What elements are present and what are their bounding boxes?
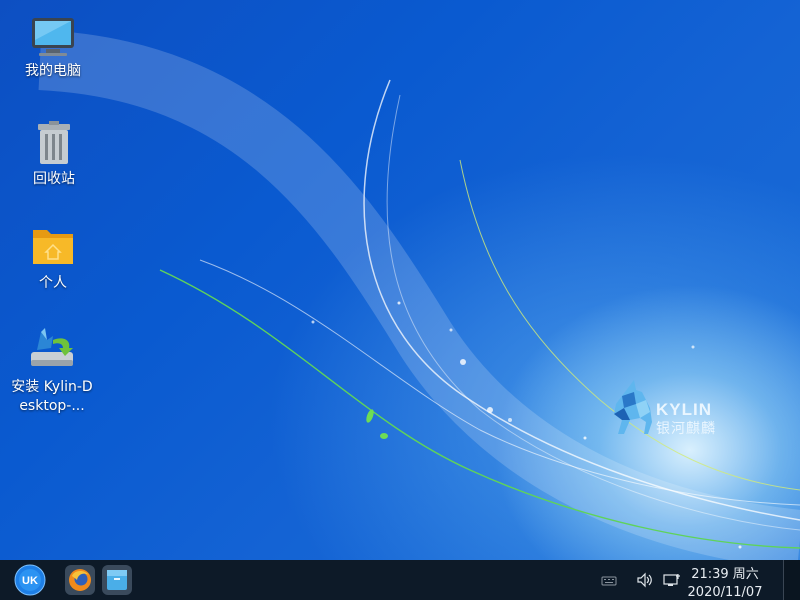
keyboard-icon	[601, 576, 617, 586]
taskbar-file-manager-button[interactable]	[101, 564, 133, 596]
firefox-icon	[65, 565, 95, 595]
network-tray-button[interactable]	[662, 572, 680, 588]
volume-icon	[637, 572, 652, 588]
wallpaper-swirls	[38, 30, 800, 560]
clock-date: 2020/11/07	[687, 585, 763, 600]
desktop-icon-install-kylin[interactable]: 安装 Kylin-Desktop-...	[3, 326, 101, 416]
trash-icon	[38, 121, 70, 164]
computer-icon	[32, 18, 74, 56]
file-manager-icon	[102, 565, 132, 595]
desktop-icon-trash[interactable]: 回收站	[4, 120, 104, 189]
kylin-logo-text: KYLIN	[656, 400, 712, 419]
keyboard-tray-button[interactable]	[600, 572, 618, 588]
start-menu-icon: UK	[14, 564, 46, 596]
desktop-icon-label: 安装 Kylin-Desktop-...	[11, 379, 93, 414]
taskbar: UK 21:39 周六 2020/11/07	[0, 560, 800, 600]
clock-time: 21:39 周六	[691, 567, 759, 582]
desktop-icon-label: 我的电脑	[25, 63, 81, 79]
show-desktop-button[interactable]	[783, 560, 800, 600]
desktop-icon-label: 回收站	[33, 171, 75, 187]
kylin-logo-subtext: 银河麒麟	[656, 421, 716, 437]
network-icon	[663, 574, 680, 586]
desktop-wallpaper[interactable]: 我的电脑 回收站 个人 安装 Kylin-Desktop-... KYLIN 银…	[0, 0, 800, 560]
desktop-icon-label: 个人	[39, 275, 67, 291]
taskbar-firefox-button[interactable]	[64, 564, 96, 596]
clock[interactable]: 21:39 周六 2020/11/07	[680, 566, 770, 602]
desktop-icon-home[interactable]: 个人	[3, 224, 103, 293]
start-menu-label: UK	[22, 575, 38, 587]
desktop-icon-my-computer[interactable]: 我的电脑	[3, 16, 103, 81]
home-folder-icon	[33, 230, 73, 264]
installer-icon	[31, 328, 73, 366]
start-menu-button[interactable]: UK	[14, 564, 46, 596]
volume-tray-button[interactable]	[636, 572, 654, 588]
